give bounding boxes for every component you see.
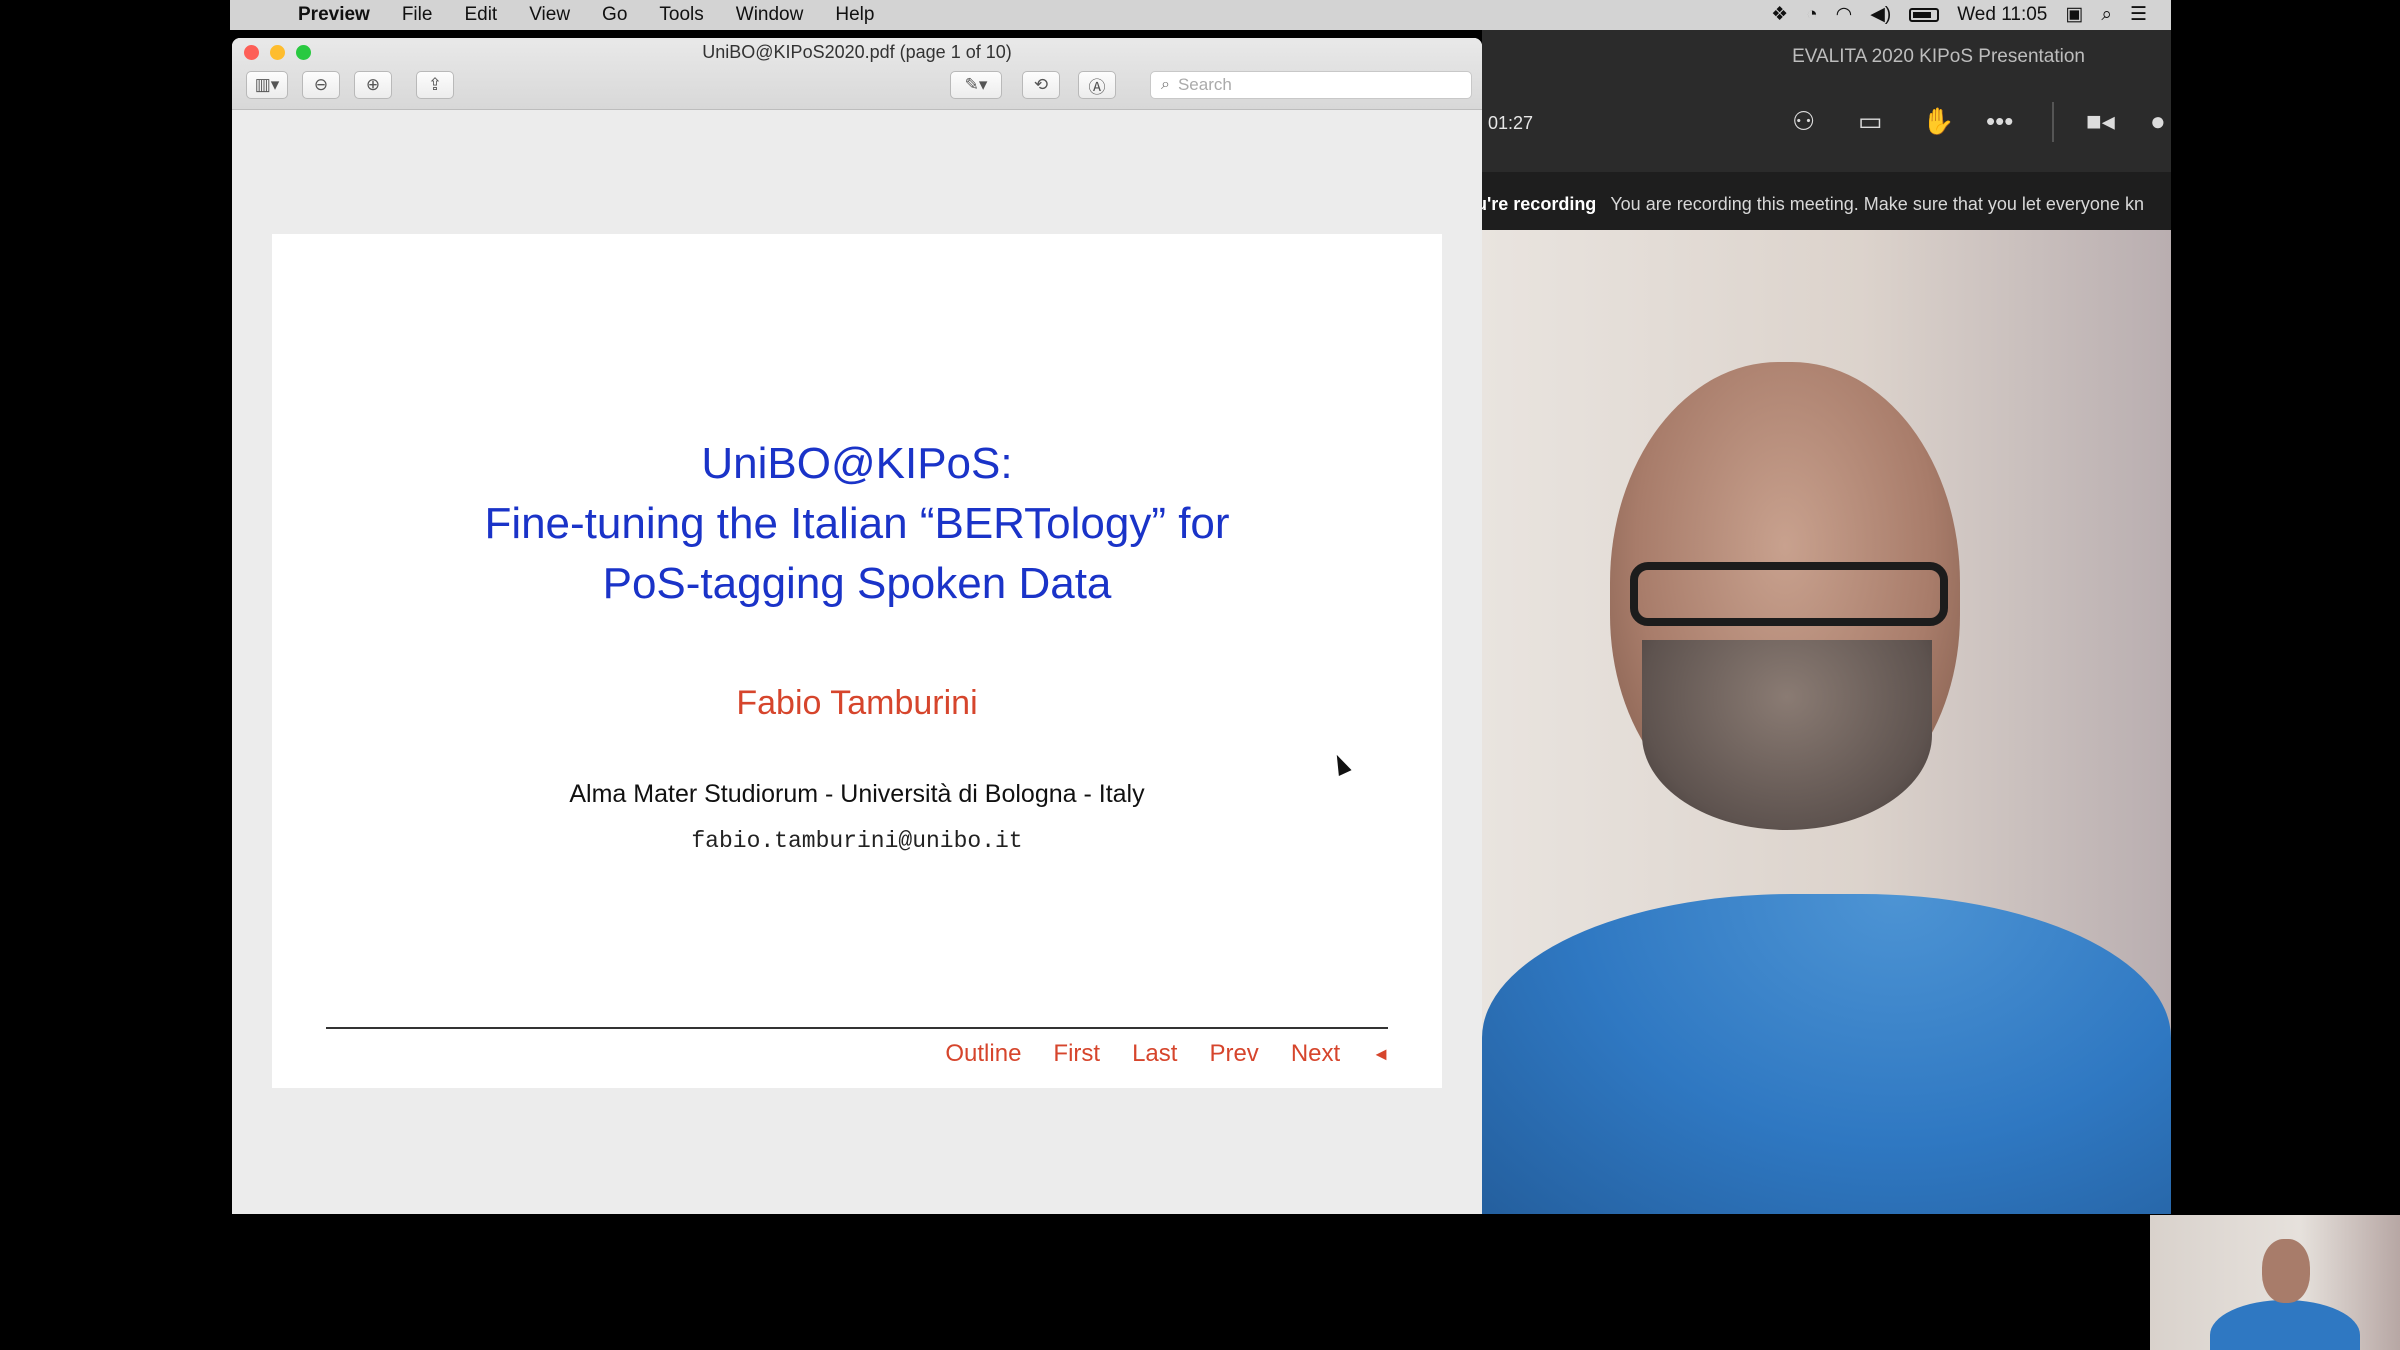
menu-clock[interactable]: Wed 11:05 — [1957, 4, 2047, 26]
wifi-icon[interactable]: ◠ — [1836, 0, 1853, 30]
video-person-glasses — [1630, 562, 1948, 626]
nav-first-link[interactable]: First — [1053, 1040, 1100, 1068]
nav-last-link[interactable]: Last — [1132, 1040, 1177, 1068]
search-input[interactable] — [1177, 75, 1458, 95]
recording-banner: u're recording You are recording this me… — [1482, 172, 2171, 236]
spotlight-icon[interactable]: ⌕ — [2101, 0, 2112, 30]
more-options-icon[interactable]: ••• — [1986, 106, 2013, 137]
zoom-out-icon: ⊖ — [313, 75, 329, 94]
nav-next-link[interactable]: Next — [1291, 1040, 1340, 1068]
participant-video — [1482, 230, 2171, 1214]
pip-person-head — [2262, 1239, 2310, 1303]
rotate-icon: ⟲ — [1033, 75, 1049, 94]
nav-outline-link[interactable]: Outline — [945, 1040, 1021, 1068]
pdf-page: UniBO@KIPoS: Fine-tuning the Italian “BE… — [272, 234, 1442, 1088]
window-title: UniBO@KIPoS2020.pdf (page 1 of 10) — [702, 42, 1012, 62]
notification-center-icon[interactable]: ☰ — [2130, 0, 2147, 30]
status-area: ❖ ◔ ◠ ◀) Wed 11:05 ▣ ⌕ ☰ — [1771, 0, 2171, 30]
markup-toolbar-button[interactable]: Ⓐ — [1078, 71, 1116, 99]
toolbar-divider — [2052, 102, 2054, 142]
markup-icon: Ⓐ — [1088, 77, 1106, 97]
slide-navigation: Outline First Last Prev Next ◄ — [945, 1040, 1390, 1068]
battery-icon[interactable] — [1909, 8, 1940, 22]
slide-title: UniBO@KIPoS: Fine-tuning the Italian “BE… — [272, 434, 1442, 614]
microphone-icon[interactable]: ● — [2150, 106, 2166, 137]
video-person-beard — [1642, 640, 1932, 830]
sidebar-icon: ▥▾ — [254, 75, 280, 94]
slide-author: Fabio Tamburini — [736, 684, 978, 722]
call-timer: 01:27 — [1488, 113, 1534, 133]
menu-app-name[interactable]: Preview — [282, 4, 386, 26]
search-field[interactable]: ⌕ — [1150, 71, 1472, 99]
dropbox-icon[interactable]: ❖ — [1771, 0, 1788, 30]
share-button[interactable]: ⇪ — [416, 71, 454, 99]
pip-person-body — [2210, 1300, 2360, 1350]
menu-go[interactable]: Go — [586, 4, 643, 26]
slide-title-line: UniBO@KIPoS: — [701, 439, 1013, 488]
slide-title-line: PoS-tagging Spoken Data — [602, 559, 1112, 608]
meeting-title: EVALITA 2020 KIPoS Presentation — [1792, 46, 2085, 67]
zoom-in-button[interactable]: ⊕ — [354, 71, 392, 99]
menu-view[interactable]: View — [513, 4, 586, 26]
display-icon[interactable]: ▣ — [2065, 0, 2083, 30]
chat-icon[interactable]: ▭ — [1858, 106, 1883, 137]
nav-prev-link[interactable]: Prev — [1209, 1040, 1258, 1068]
raise-hand-icon[interactable]: ✋ — [1922, 106, 1954, 137]
menu-edit[interactable]: Edit — [448, 4, 513, 26]
camera-icon[interactable]: ■◂ — [2086, 106, 2115, 137]
slide-email: fabio.tamburini@unibo.it — [691, 828, 1023, 854]
volume-icon[interactable]: ◀) — [1870, 0, 1891, 30]
slide-divider — [326, 1027, 1388, 1029]
time-machine-icon[interactable]: ◔ — [1806, 0, 1817, 30]
recording-label: u're recording — [1482, 193, 1597, 214]
zoom-in-icon: ⊕ — [365, 75, 381, 94]
preview-window: UniBO@KIPoS2020.pdf (page 1 of 10) ▥▾ ⊖ … — [232, 38, 1482, 1214]
slide-title-line: Fine-tuning the Italian “BERTology” for — [484, 499, 1230, 548]
menu-window[interactable]: Window — [720, 4, 820, 26]
menu-help[interactable]: Help — [819, 4, 890, 26]
rotate-button[interactable]: ⟲ — [1022, 71, 1060, 99]
video-person-hoodie — [1482, 894, 2171, 1214]
slide-affiliation: Alma Mater Studiorum - Università di Bol… — [569, 780, 1145, 808]
menu-file[interactable]: File — [386, 4, 449, 26]
self-view-thumbnail[interactable] — [2150, 1215, 2400, 1350]
window-toolbar: UniBO@KIPoS2020.pdf (page 1 of 10) ▥▾ ⊖ … — [232, 38, 1482, 110]
meeting-window: EVALITA 2020 KIPoS Presentation 01:27 ⚇ … — [1482, 30, 2171, 1214]
markup-pen-button[interactable]: ✎▾ — [950, 71, 1002, 99]
search-icon: ⌕ — [1161, 76, 1170, 93]
menu-bar: Preview File Edit View Go Tools Window H… — [230, 0, 2171, 30]
sidebar-toggle-button[interactable]: ▥▾ — [246, 71, 288, 99]
menu-tools[interactable]: Tools — [643, 4, 719, 26]
nav-back-icon[interactable]: ◄ — [1372, 1044, 1390, 1065]
meeting-header: EVALITA 2020 KIPoS Presentation 01:27 ⚇ … — [1482, 30, 2171, 172]
recording-message: You are recording this meeting. Make sur… — [1610, 193, 2144, 214]
pen-icon: ✎▾ — [964, 75, 988, 94]
share-icon: ⇪ — [427, 75, 443, 94]
zoom-out-button[interactable]: ⊖ — [302, 71, 340, 99]
participants-icon[interactable]: ⚇ — [1792, 106, 1815, 137]
